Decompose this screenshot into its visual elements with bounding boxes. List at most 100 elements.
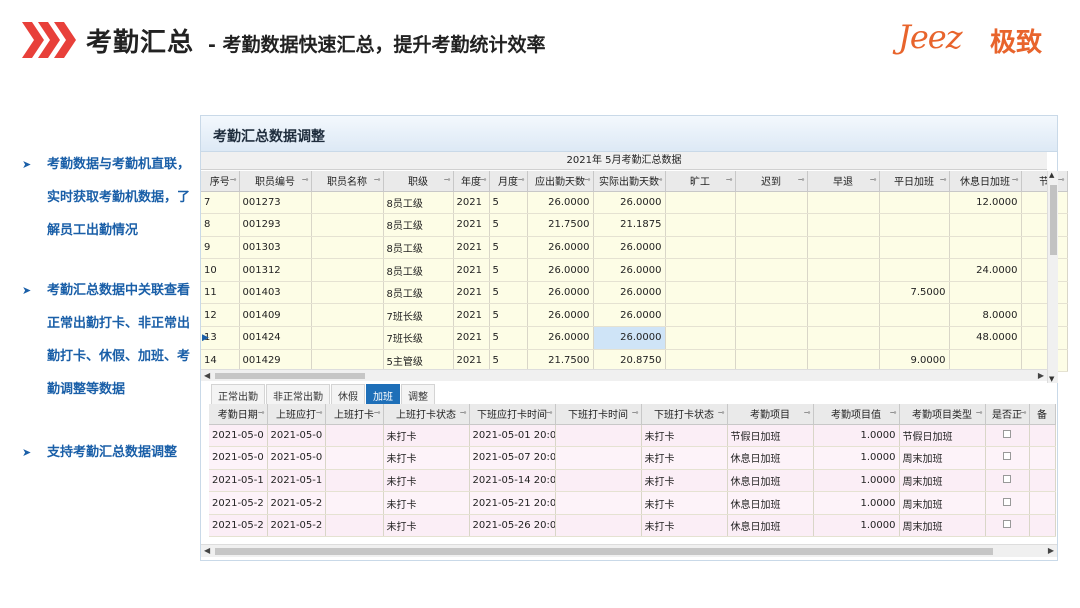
table-cell[interactable] — [1029, 514, 1056, 538]
table-cell[interactable] — [325, 424, 384, 448]
column-header[interactable]: 是否正 ⊸ — [985, 404, 1030, 425]
table-cell[interactable]: 2021-05-2 — [209, 514, 268, 538]
table-row[interactable]: 8 001293 8员工级 2021 5 21.7500 21.1875 — [201, 213, 1068, 237]
is-normal-checkbox[interactable] — [1003, 452, 1011, 461]
table-cell[interactable] — [807, 281, 880, 305]
table-cell[interactable]: 8.0000 — [949, 303, 1022, 328]
table-cell[interactable]: 2021-05-0 — [209, 424, 268, 448]
scroll-thumb[interactable] — [215, 373, 365, 379]
table-cell[interactable]: 26.0000 — [593, 236, 666, 260]
table-cell[interactable] — [665, 236, 736, 260]
filter-icon[interactable]: ⊸ — [230, 175, 237, 184]
scroll-down-icon[interactable]: ▼ — [1049, 375, 1054, 383]
table-cell[interactable]: 5 — [489, 303, 528, 328]
table-cell[interactable] — [1029, 424, 1056, 448]
table-cell[interactable]: 2021-05-01 20:0 — [469, 424, 556, 448]
filter-icon[interactable]: ⊸ — [374, 175, 381, 184]
table-row[interactable]: 2021-05-1 2021-05-1 未打卡 2021-05-14 20:0 未打卡休… — [209, 469, 1056, 493]
column-header[interactable]: 应出勤天数 ⊸ — [527, 171, 594, 192]
table-cell[interactable]: 26.0000 — [593, 281, 666, 305]
table-cell[interactable] — [665, 303, 736, 328]
table-cell[interactable]: 2021-05-14 20:0 — [469, 469, 556, 493]
table-cell[interactable] — [311, 326, 384, 350]
table-cell[interactable]: 001273 — [239, 191, 312, 215]
checkbox-cell[interactable] — [985, 469, 1030, 493]
table-cell[interactable]: 26.0000 — [593, 326, 666, 350]
table-cell[interactable]: 24.0000 — [949, 258, 1022, 282]
table-cell[interactable]: 8员工级 — [383, 191, 454, 215]
table-cell[interactable]: 1.0000 — [813, 469, 900, 493]
column-header[interactable]: 备 — [1029, 404, 1056, 425]
table-cell[interactable]: 2021-05-0 — [209, 446, 268, 470]
table-cell[interactable] — [325, 514, 384, 538]
table-cell[interactable]: 26.0000 — [527, 326, 594, 350]
table-cell[interactable]: 未打卡 — [641, 514, 728, 538]
summary-horizontal-scrollbar[interactable]: ◀ ▶ — [201, 369, 1047, 381]
table-cell[interactable] — [807, 236, 880, 260]
table-cell[interactable]: 26.0000 — [527, 191, 594, 215]
table-cell[interactable]: 001312 — [239, 258, 312, 282]
table-cell[interactable] — [555, 469, 642, 493]
column-header[interactable]: 上班应打 ⊸ — [267, 404, 326, 425]
table-cell[interactable]: 26.0000 — [527, 281, 594, 305]
table-cell[interactable] — [311, 281, 384, 305]
table-cell[interactable] — [807, 303, 880, 328]
table-cell[interactable]: 8员工级 — [383, 213, 454, 237]
column-header[interactable]: 旷工 ⊸ — [665, 171, 736, 192]
table-cell[interactable]: 未打卡 — [383, 469, 470, 493]
table-cell[interactable] — [665, 213, 736, 237]
table-cell[interactable]: 未打卡 — [641, 424, 728, 448]
table-cell[interactable] — [735, 213, 808, 237]
table-cell[interactable] — [735, 191, 808, 215]
filter-icon[interactable]: ⊸ — [976, 408, 983, 417]
table-cell[interactable]: 2021-05-2 — [267, 491, 326, 515]
table-cell[interactable] — [311, 191, 384, 215]
table-cell[interactable] — [807, 213, 880, 237]
table-row[interactable]: 9 001303 8员工级 2021 5 26.0000 26.0000 — [201, 236, 1068, 260]
table-cell[interactable]: 2021 — [453, 303, 490, 328]
table-cell[interactable] — [1029, 491, 1056, 515]
table-cell[interactable]: 12.0000 — [949, 191, 1022, 215]
table-cell[interactable]: 7 — [201, 191, 240, 215]
column-header[interactable]: 职员名称 ⊸ — [311, 171, 384, 192]
scroll-right-icon[interactable]: ▶ — [1048, 546, 1054, 555]
table-cell[interactable]: 未打卡 — [641, 446, 728, 470]
is-normal-checkbox[interactable] — [1003, 474, 1011, 483]
column-header[interactable]: 节 ⊸ — [1021, 171, 1068, 192]
column-header[interactable]: 下班应打卡时间 ⊸ — [469, 404, 556, 425]
table-cell[interactable]: 7班长级 — [383, 303, 454, 328]
table-cell[interactable] — [879, 191, 950, 215]
table-cell[interactable] — [735, 326, 808, 350]
table-cell[interactable]: 48.0000 — [949, 326, 1022, 350]
table-cell[interactable]: 未打卡 — [383, 491, 470, 515]
column-header[interactable]: 上班打卡 ⊸ — [325, 404, 384, 425]
table-cell[interactable] — [879, 326, 950, 350]
filter-icon[interactable]: ⊸ — [546, 408, 553, 417]
scroll-thumb[interactable] — [1050, 185, 1057, 255]
table-cell[interactable]: 休息日加班 — [727, 446, 814, 470]
table-cell[interactable] — [665, 281, 736, 305]
table-cell[interactable] — [1021, 213, 1068, 237]
scroll-thumb[interactable] — [215, 548, 993, 555]
tab-0[interactable]: 正常出勤 — [211, 384, 265, 404]
filter-icon[interactable]: ⊸ — [1058, 175, 1065, 184]
table-cell[interactable]: 2021-05-2 — [267, 514, 326, 538]
table-row[interactable]: 2021-05-2 2021-05-2 未打卡 2021-05-21 20:0 未打卡休… — [209, 491, 1056, 515]
table-cell[interactable] — [1021, 303, 1068, 328]
checkbox-cell[interactable] — [985, 491, 1030, 515]
table-cell[interactable] — [879, 236, 950, 260]
table-cell[interactable]: 2021 — [453, 213, 490, 237]
table-cell[interactable]: 5 — [489, 213, 528, 237]
filter-icon[interactable]: ⊸ — [480, 175, 487, 184]
table-cell[interactable]: 11 — [201, 281, 240, 305]
table-cell[interactable] — [735, 303, 808, 328]
filter-icon[interactable]: ⊸ — [374, 408, 381, 417]
table-cell[interactable]: 2021-05-26 20:0 — [469, 514, 556, 538]
column-header[interactable]: 早退 ⊸ — [807, 171, 880, 192]
filter-icon[interactable]: ⊸ — [656, 175, 663, 184]
table-cell[interactable]: 2021-05-1 — [209, 469, 268, 493]
table-cell[interactable] — [325, 491, 384, 515]
tab-3[interactable]: 加班 — [366, 384, 400, 404]
column-header[interactable]: 上班打卡状态 ⊸ — [383, 404, 470, 425]
table-cell[interactable]: 7.5000 — [879, 281, 950, 305]
